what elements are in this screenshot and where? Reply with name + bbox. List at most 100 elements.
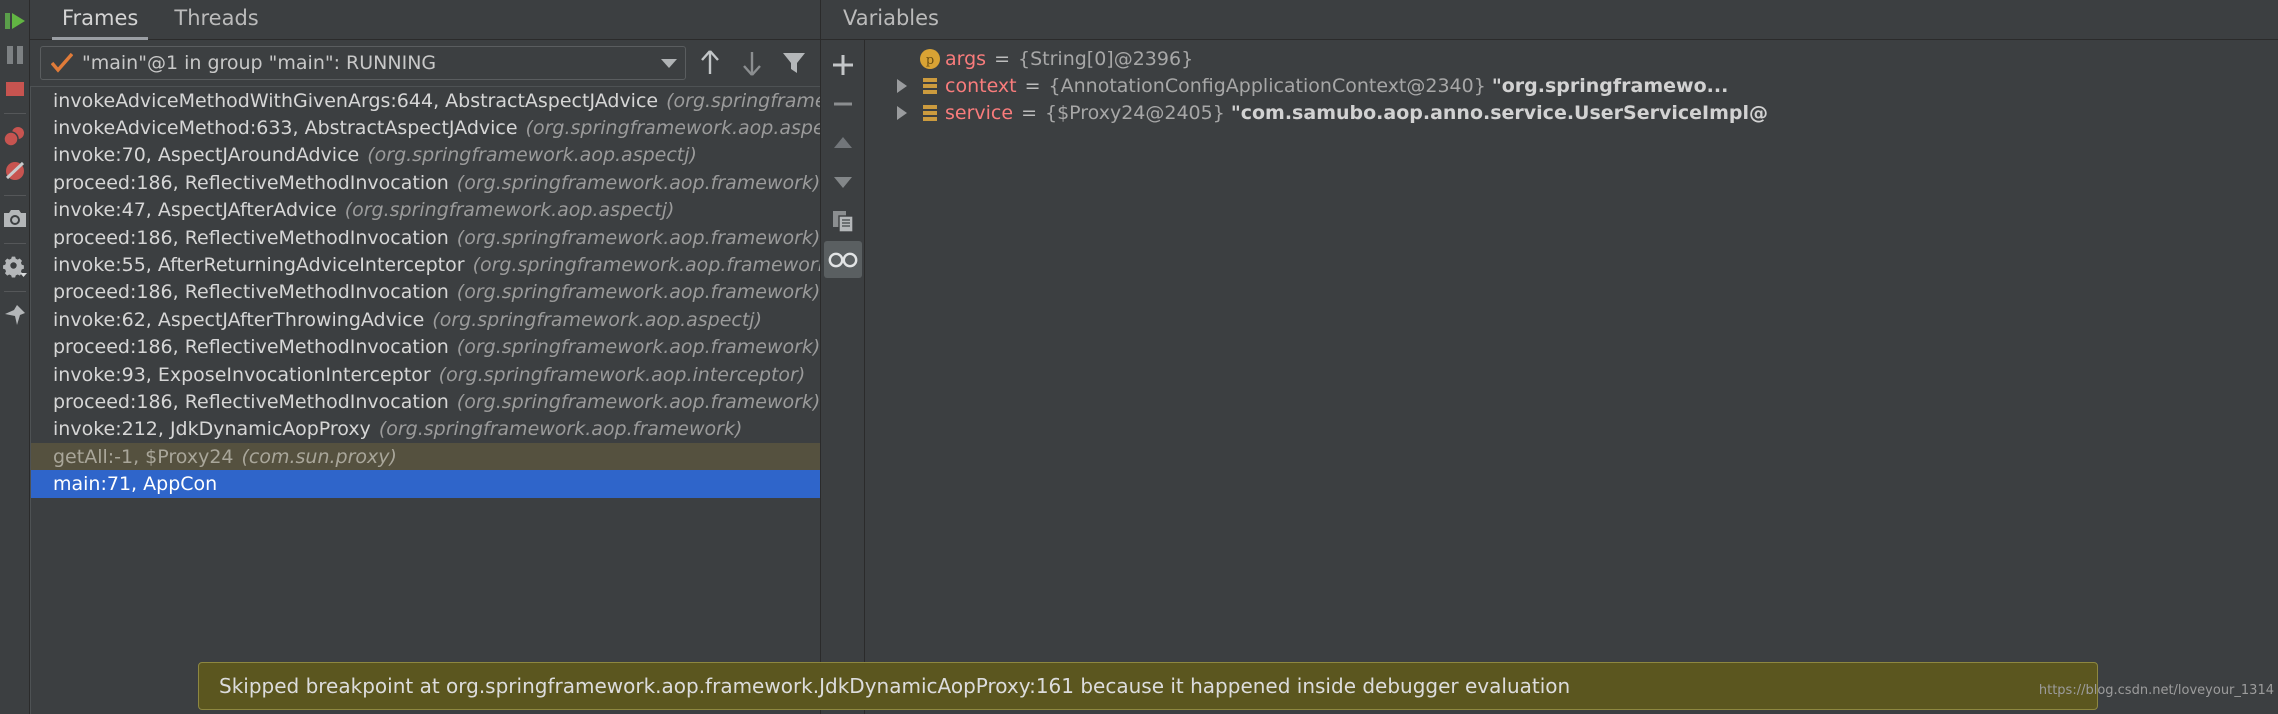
frame-method: invoke:212, JdkDynamicAopProxy [53,418,371,441]
frames-up-button[interactable] [692,45,728,81]
frame-row[interactable]: proceed:186, ReflectiveMethodInvocation … [31,224,820,251]
copy-value-button[interactable] [824,202,862,239]
frame-method: proceed:186, ReflectiveMethodInvocation [53,171,449,194]
frame-package: (org.springframework.a [666,89,820,112]
frame-package: (org.springframework.aop.framework) [456,390,820,413]
skipped-breakpoint-tooltip: Skipped breakpoint at org.springframewor… [198,662,2098,710]
frame-row[interactable]: getAll:-1, $Proxy24 (com.sun.proxy) [31,443,820,471]
frame-method: invoke:47, AspectJAfterAdvice [53,199,337,222]
frame-row-selected[interactable]: main:71, AppCon [31,470,820,498]
thread-selector-row: "main"@1 in group "main": RUNNING [30,40,820,86]
add-watch-button[interactable] [824,46,862,83]
frame-method: invokeAdviceMethodWithGivenArgs:644, Abs… [53,89,659,112]
frame-row[interactable]: invokeAdviceMethod:633, AbstractAspectJA… [31,114,820,141]
toggle-watches-button[interactable] [823,241,862,278]
stop-button[interactable] [1,72,29,106]
frame-package: (org.springframework.aop.framework) [456,171,820,194]
frame-row[interactable]: invokeAdviceMethodWithGivenArgs:644, Abs… [31,87,820,114]
pin-tab-button[interactable] [1,298,29,332]
object-icon [915,102,945,124]
frames-panel: Frames Threads "main"@1 in group "main":… [30,0,820,714]
move-watch-down-button[interactable] [824,163,862,200]
resume-program-button[interactable] [1,4,29,38]
variables-tree[interactable]: p args = {String[0]@2396} context = {Ann… [865,40,2278,714]
expand-toggle[interactable] [889,79,915,94]
variable-string-value: "org.springframewo... [1491,75,1729,98]
watermark: https://blog.csdn.net/loveyour_1314 [2038,683,2274,698]
variables-body: p args = {String[0]@2396} context = {Ann… [820,40,2278,714]
frames-filter-button[interactable] [776,45,812,81]
frame-method: invoke:55, AfterReturningAdviceIntercept… [53,254,465,277]
frame-method: main:71, AppCon [53,473,218,496]
variable-equals: = [994,47,1011,70]
variable-equals: = [1021,102,1037,125]
variable-equals: = [1024,75,1041,98]
expand-toggle[interactable] [889,106,915,121]
frame-row[interactable]: proceed:186, ReflectiveMethodInvocation … [31,334,820,361]
chevron-right-icon [897,106,907,121]
frame-method: proceed:186, ReflectiveMethodInvocation [53,281,449,304]
frame-row[interactable]: proceed:186, ReflectiveMethodInvocation … [31,388,820,415]
rail-divider-2 [3,195,26,196]
screenshot-button[interactable] [1,202,29,236]
arrow-down-icon [743,52,761,76]
variable-value: {AnnotationConfigApplicationContext@2340… [1048,75,1486,98]
camera-icon [3,210,26,227]
triangle-down-icon [833,176,852,188]
frame-package: (com.sun.proxy) [241,445,397,468]
pause-program-button[interactable] [1,38,29,72]
rail-divider-4 [3,291,26,292]
frames-down-button[interactable] [734,45,770,81]
frame-row[interactable]: proceed:186, ReflectiveMethodInvocation … [31,279,820,306]
frame-method: proceed:186, ReflectiveMethodInvocation [53,336,449,359]
frame-row[interactable]: invoke:62, AspectJAfterThrowingAdvice (o… [31,306,820,333]
arrow-up-icon [701,50,719,74]
settings-button[interactable] [1,250,29,284]
remove-watch-button[interactable] [824,85,862,122]
chevron-right-icon [897,79,907,94]
gear-icon [2,256,27,278]
frame-method: getAll:-1, $Proxy24 [53,445,234,468]
tab-frames[interactable]: Frames [44,6,156,40]
frame-package: (org.springframework.aop.framework) [378,418,743,441]
mute-breakpoints-icon [5,161,24,180]
frame-package: (org.springframework.aop.aspectj) [367,144,697,167]
variables-action-rail [821,40,865,714]
frame-row[interactable]: invoke:47, AspectJAfterAdvice (org.sprin… [31,197,820,224]
frame-row[interactable]: proceed:186, ReflectiveMethodInvocation … [31,169,820,196]
mute-breakpoints-button[interactable] [1,154,29,188]
view-breakpoints-button[interactable] [1,120,29,154]
tab-threads[interactable]: Threads [156,6,276,39]
frame-method: invoke:93, ExposeInvocationInterceptor [53,363,431,386]
frame-row[interactable]: invoke:212, JdkDynamicAopProxy (org.spri… [31,416,820,443]
thread-selector-value: "main"@1 in group "main": RUNNING [82,52,437,74]
variable-string-value: "com.samubo.aop.anno.service.UserService… [1230,102,1769,125]
breakpoints-icon [2,127,24,147]
frame-method: invoke:62, AspectJAfterThrowingAdvice [53,308,425,331]
frame-row[interactable]: invoke:93, ExposeInvocationInterceptor (… [31,361,820,388]
variables-header: Variables [820,0,2278,40]
resume-icon [4,13,25,29]
variable-row[interactable]: service = {$Proxy24@2405} "com.samubo.ao… [865,100,2278,127]
frame-row[interactable]: invoke:55, AfterReturningAdviceIntercept… [31,251,820,278]
frame-method: proceed:186, ReflectiveMethodInvocation [53,226,449,249]
move-watch-up-button[interactable] [824,124,862,161]
svg-text:p: p [926,53,934,68]
frame-method: invokeAdviceMethod:633, AbstractAspectJA… [53,117,518,140]
frames-list[interactable]: invokeAdviceMethodWithGivenArgs:644, Abs… [30,86,820,714]
chevron-down-icon [661,58,677,68]
frame-row[interactable]: invoke:70, AspectJAroundAdvice (org.spri… [31,142,820,169]
rail-divider-3 [3,243,26,244]
thread-selector[interactable]: "main"@1 in group "main": RUNNING [40,46,686,80]
rail-divider-1 [3,113,26,114]
tooltip-text: Skipped breakpoint at org.springframewor… [219,674,1571,698]
frame-package: (org.springframework.aop.framework) [456,336,820,359]
minus-icon [833,102,852,105]
glasses-icon [828,252,857,267]
frames-tabbar: Frames Threads [30,0,820,40]
variables-panel: Variables p args = {String[0]@2396} cont… [820,0,2278,714]
frame-package: (org.springframework.aop.framework.adap [472,254,820,277]
variable-row[interactable]: p args = {String[0]@2396} [865,45,2278,72]
frame-package: (org.springframework.aop.framework) [456,281,820,304]
variable-row[interactable]: context = {AnnotationConfigApplicationCo… [865,72,2278,99]
